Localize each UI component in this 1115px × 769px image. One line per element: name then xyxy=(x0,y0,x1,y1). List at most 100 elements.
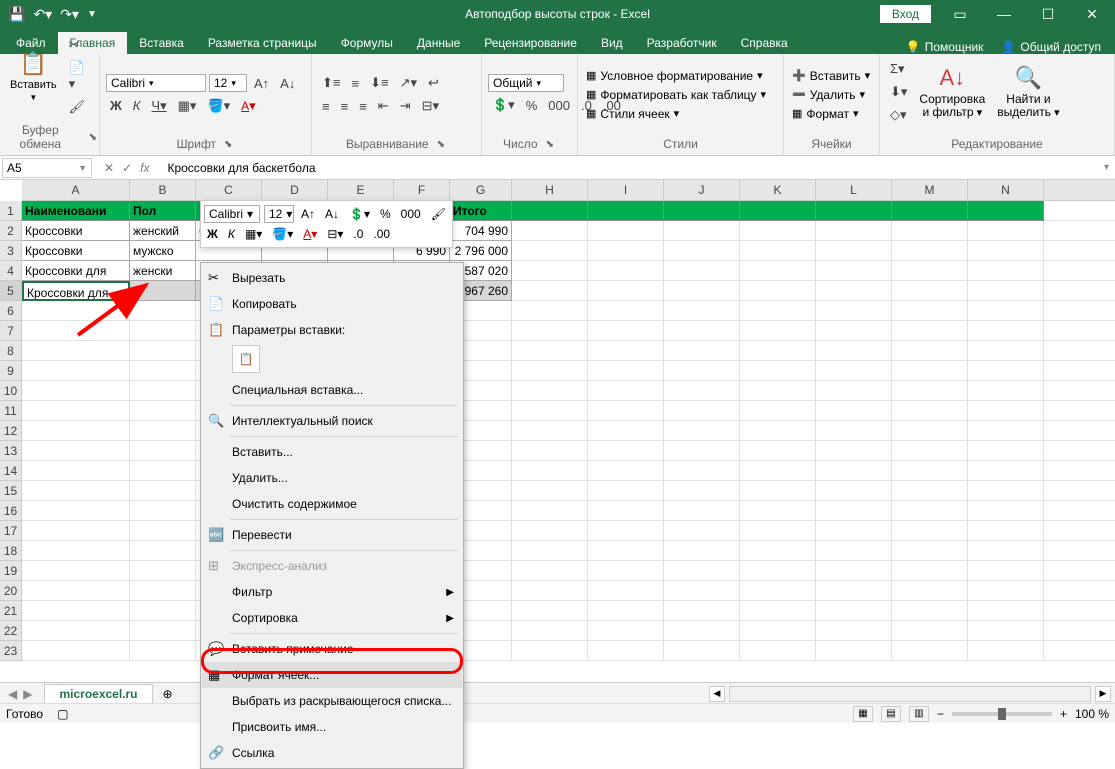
cell[interactable] xyxy=(892,561,968,581)
name-box[interactable]: A5▼ xyxy=(2,158,92,178)
cell[interactable] xyxy=(512,301,588,321)
borders-icon[interactable]: ▦▾ xyxy=(174,96,201,116)
menu-paste-special[interactable]: Специальная вставка... xyxy=(202,377,462,403)
new-sheet-icon[interactable]: ⊕ xyxy=(153,687,183,701)
cell[interactable] xyxy=(892,341,968,361)
fx-icon[interactable]: fx xyxy=(140,161,149,175)
cell[interactable] xyxy=(664,481,740,501)
cell[interactable] xyxy=(22,541,130,561)
column-header[interactable]: I xyxy=(588,180,664,200)
cell[interactable] xyxy=(816,301,892,321)
row-header[interactable]: 9 xyxy=(0,361,22,381)
cell[interactable] xyxy=(130,561,196,581)
column-header[interactable]: D xyxy=(262,180,328,200)
tab-view[interactable]: Вид xyxy=(589,32,635,54)
orientation-icon[interactable]: ↗▾ xyxy=(396,73,421,93)
bold-button[interactable]: Ж xyxy=(106,96,126,115)
cell[interactable] xyxy=(740,601,816,621)
cell[interactable] xyxy=(130,581,196,601)
sheet-nav-prev-icon[interactable]: ◀ xyxy=(8,687,17,701)
cell[interactable] xyxy=(892,521,968,541)
cell[interactable] xyxy=(130,481,196,501)
row-header[interactable]: 2 xyxy=(0,221,22,241)
cell[interactable] xyxy=(130,341,196,361)
cell[interactable] xyxy=(968,381,1044,401)
cell[interactable] xyxy=(130,381,196,401)
cell[interactable] xyxy=(892,541,968,561)
cell[interactable] xyxy=(588,381,664,401)
cell[interactable] xyxy=(664,621,740,641)
zoom-slider[interactable] xyxy=(952,712,1052,716)
cell[interactable] xyxy=(130,401,196,421)
undo-icon[interactable]: ↶▾ xyxy=(33,6,52,23)
cell[interactable] xyxy=(968,201,1044,221)
column-header[interactable]: N xyxy=(968,180,1044,200)
cell[interactable] xyxy=(968,241,1044,261)
zoom-level[interactable]: 100 % xyxy=(1075,707,1109,721)
cell[interactable]: женски xyxy=(130,261,196,281)
sheet-nav-next-icon[interactable]: ▶ xyxy=(23,687,32,701)
cell[interactable] xyxy=(816,201,892,221)
tab-developer[interactable]: Разработчик xyxy=(635,32,729,54)
column-header[interactable]: H xyxy=(512,180,588,200)
row-header[interactable]: 1 xyxy=(0,201,22,221)
fill-icon[interactable]: ⬇▾ xyxy=(886,82,911,102)
cell[interactable] xyxy=(740,381,816,401)
mini-borders-icon[interactable]: ▦▾ xyxy=(242,225,265,243)
cell[interactable] xyxy=(740,521,816,541)
cell[interactable] xyxy=(892,501,968,521)
cell[interactable] xyxy=(588,481,664,501)
cell[interactable] xyxy=(740,361,816,381)
cell[interactable] xyxy=(740,301,816,321)
cell[interactable] xyxy=(664,301,740,321)
cell[interactable]: Наименовани xyxy=(22,201,130,221)
cell[interactable] xyxy=(892,441,968,461)
mini-accounting-icon[interactable]: 💲▾ xyxy=(346,205,373,223)
menu-format-cells[interactable]: ▦Формат ячеек... xyxy=(202,662,462,688)
cell[interactable] xyxy=(588,261,664,281)
copy-icon[interactable]: 📄▾ xyxy=(65,58,93,94)
row-header[interactable]: 17 xyxy=(0,521,22,541)
mini-percent-icon[interactable]: % xyxy=(377,205,394,223)
menu-define-name[interactable]: Присвоить имя... xyxy=(202,714,462,740)
cell[interactable] xyxy=(892,201,968,221)
cell[interactable] xyxy=(512,261,588,281)
cell[interactable] xyxy=(664,201,740,221)
format-cells-button[interactable]: ▦ Формат ▾ xyxy=(790,106,872,122)
cell[interactable] xyxy=(892,461,968,481)
cell[interactable] xyxy=(740,441,816,461)
cell[interactable] xyxy=(968,561,1044,581)
cell[interactable] xyxy=(968,601,1044,621)
cell[interactable] xyxy=(512,461,588,481)
cell[interactable] xyxy=(588,241,664,261)
cell[interactable] xyxy=(968,641,1044,661)
cell[interactable] xyxy=(22,441,130,461)
cell[interactable] xyxy=(968,581,1044,601)
zoom-out-icon[interactable]: − xyxy=(937,707,944,721)
formula-input[interactable]: Кроссовки для баскетбола xyxy=(161,159,1113,177)
row-header[interactable]: 11 xyxy=(0,401,22,421)
normal-view-icon[interactable]: ▦ xyxy=(853,706,873,722)
cell[interactable] xyxy=(892,581,968,601)
align-bottom-icon[interactable]: ⬇≡ xyxy=(366,73,392,93)
mini-dec-decimal-icon[interactable]: .00 xyxy=(370,225,393,243)
cell[interactable] xyxy=(968,481,1044,501)
cell[interactable] xyxy=(816,521,892,541)
cell[interactable] xyxy=(130,321,196,341)
cut-icon[interactable]: ✂ xyxy=(65,35,93,55)
cell[interactable] xyxy=(968,441,1044,461)
cell[interactable]: Кроссовки для xyxy=(22,281,130,301)
cell[interactable] xyxy=(512,521,588,541)
cell[interactable] xyxy=(588,461,664,481)
cell[interactable] xyxy=(512,321,588,341)
cell[interactable] xyxy=(22,641,130,661)
cell[interactable] xyxy=(968,401,1044,421)
qat-customize-icon[interactable]: ▼ xyxy=(87,9,97,20)
horizontal-scrollbar[interactable] xyxy=(729,686,1091,702)
autosum-icon[interactable]: Σ▾ xyxy=(886,59,911,79)
row-header[interactable]: 8 xyxy=(0,341,22,361)
cell[interactable] xyxy=(588,581,664,601)
menu-insert-comment[interactable]: 💬Вставить примечание xyxy=(202,636,462,662)
cell[interactable]: Итого xyxy=(450,201,512,221)
number-format-combo[interactable]: Общий ▾ xyxy=(488,74,564,92)
